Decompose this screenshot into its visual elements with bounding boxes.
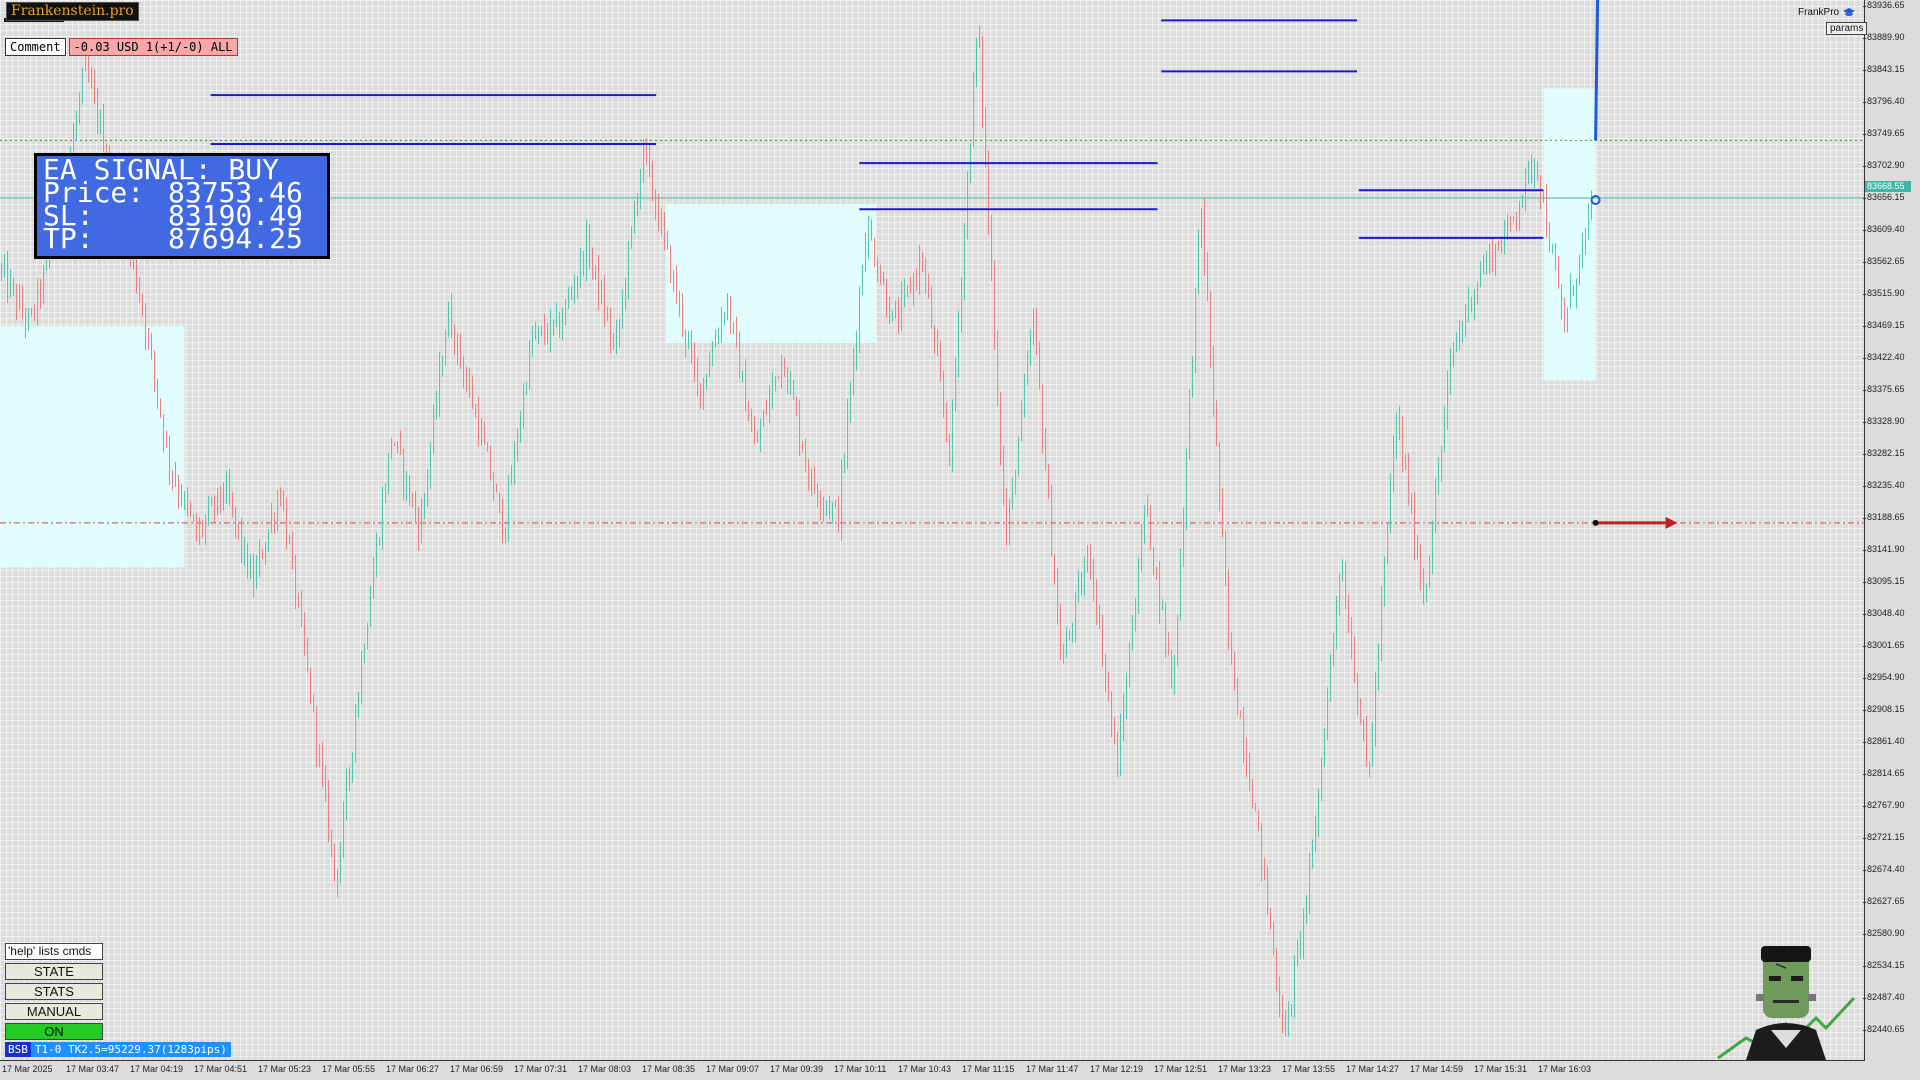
price-tick: 82721.15 <box>1863 832 1905 842</box>
price-tick: 83469.15 <box>1863 320 1905 330</box>
brand-name: FrankPro <box>1798 7 1840 18</box>
time-tick: 17 Mar 10:43 <box>898 1064 952 1074</box>
manual-button[interactable]: MANUAL <box>5 1003 103 1020</box>
time-tick: 17 Mar 06:59 <box>450 1064 504 1074</box>
time-tick: 17 Mar 15:31 <box>1474 1064 1528 1074</box>
time-tick: 17 Mar 11:15 <box>962 1064 1015 1074</box>
price-tick: 83843.15 <box>1863 64 1905 74</box>
price-tick: 82627.65 <box>1863 896 1905 906</box>
signal-tp-row: TP: 87694.25 <box>43 222 321 255</box>
price-tick: 82861.40 <box>1863 736 1905 746</box>
time-tick: 17 Mar 12:51 <box>1154 1064 1208 1074</box>
price-tick: 83375.65 <box>1863 384 1905 394</box>
on-toggle-button[interactable]: ON <box>5 1023 103 1040</box>
price-tick: 83702.90 <box>1863 160 1905 170</box>
price-tick: 83749.65 <box>1863 128 1905 138</box>
signal-zone <box>665 203 877 344</box>
price-tick: 83328.90 <box>1863 416 1905 426</box>
price-tick: 83001.65 <box>1863 640 1905 650</box>
time-tick: 17 Mar 09:07 <box>706 1064 760 1074</box>
time-tick: 17 Mar 07:31 <box>514 1064 568 1074</box>
time-tick: 17 Mar 09:39 <box>770 1064 824 1074</box>
price-tick: 83188.65 <box>1863 512 1905 522</box>
params-button[interactable]: params <box>1826 22 1868 35</box>
price-tick: 83936.65 <box>1863 0 1905 10</box>
time-tick: 17 Mar 2025 <box>2 1064 53 1074</box>
time-tick: 17 Mar 12:19 <box>1090 1064 1144 1074</box>
help-button[interactable]: 'help' lists cmds <box>5 943 103 960</box>
comment-row: Comment -0.03 USD 1(+1/-0) ALL <box>5 38 238 56</box>
price-tick: 83048.40 <box>1863 608 1905 618</box>
price-tick: 82908.15 <box>1863 704 1905 714</box>
time-tick: 17 Mar 06:27 <box>386 1064 440 1074</box>
price-tick: 83282.15 <box>1863 448 1905 458</box>
price-tick: 83609.40 <box>1863 224 1905 234</box>
time-tick: 17 Mar 16:03 <box>1538 1064 1592 1074</box>
bsb-badge: BSB <box>5 1042 31 1057</box>
time-tick: 17 Mar 13:23 <box>1218 1064 1272 1074</box>
price-tick: 82534.15 <box>1863 960 1905 970</box>
time-tick: 17 Mar 10:11 <box>834 1064 887 1074</box>
price-tick: 82440.65 <box>1863 1024 1905 1034</box>
price-tick: 82767.90 <box>1863 800 1905 810</box>
time-tick: 17 Mar 08:03 <box>578 1064 632 1074</box>
time-tick: 17 Mar 05:23 <box>258 1064 312 1074</box>
price-tick: 83141.90 <box>1863 544 1905 554</box>
price-tick: 83796.40 <box>1863 96 1905 106</box>
stop-arrow-head <box>1665 516 1678 529</box>
price-tick: 83095.15 <box>1863 576 1905 586</box>
price-tick: 82954.90 <box>1863 672 1905 682</box>
price-tick: 83656.15 <box>1863 192 1905 202</box>
price-axis[interactable]: 83936.65 83889.90 83843.15 83796.40 83749.65… <box>1863 0 1920 1080</box>
status-text: T1-0 TK2.5=95229.37(1283pips) <box>30 1042 231 1057</box>
command-panel: 'help' lists cmds STATE STATS MANUAL ON <box>5 943 105 1043</box>
stop-marker <box>1592 519 1599 526</box>
time-tick: 17 Mar 14:27 <box>1346 1064 1400 1074</box>
frankenstein-mascot-icon <box>1717 946 1856 1060</box>
signal-zone <box>0 326 185 568</box>
price-tick: 83235.40 <box>1863 480 1905 490</box>
time-tick: 17 Mar 13:55 <box>1282 1064 1336 1074</box>
time-tick: 17 Mar 04:19 <box>130 1064 184 1074</box>
time-tick: 17 Mar 14:59 <box>1410 1064 1464 1074</box>
signal-tp-value: 87694.25 <box>168 222 303 255</box>
signal-zone <box>1543 88 1596 381</box>
time-tick: 17 Mar 11:47 <box>1026 1064 1079 1074</box>
time-axis[interactable]: 17 Mar 2025 17 Mar 03:47 17 Mar 04:19 17 Ma… <box>0 1061 1864 1080</box>
ea-signal-box: EA SIGNAL: BUY Price: 83753.46 SL: 83190… <box>34 153 330 259</box>
time-tick: 17 Mar 03:47 <box>66 1064 120 1074</box>
comment-button[interactable]: Comment <box>5 38 66 56</box>
graduation-cap-icon <box>1843 8 1856 16</box>
entry-spike <box>1594 0 1600 141</box>
price-tick: 82814.65 <box>1863 768 1905 778</box>
status-bar: BSB T1-0 TK2.5=95229.37(1283pips) <box>5 1042 231 1057</box>
comment-value: -0.03 USD 1(+1/-0) ALL <box>68 38 238 56</box>
price-tick: 82674.40 <box>1863 864 1905 874</box>
current-price-label: 83668.55 <box>1865 181 1911 192</box>
price-tick: 82487.40 <box>1863 992 1905 1002</box>
time-tick: 17 Mar 08:35 <box>642 1064 696 1074</box>
price-tick: 83889.90 <box>1863 32 1905 42</box>
price-tick: 83422.40 <box>1863 352 1905 362</box>
price-tick: 83515.90 <box>1863 288 1905 298</box>
time-tick: 17 Mar 05:55 <box>322 1064 376 1074</box>
price-tick: 83562.65 <box>1863 256 1905 266</box>
signal-tp-key: TP: <box>43 222 94 255</box>
time-tick: 17 Mar 04:51 <box>194 1064 248 1074</box>
price-tick: 82580.90 <box>1863 928 1905 938</box>
brand-logo[interactable]: Frankenstein.pro <box>6 2 139 21</box>
stats-button[interactable]: STATS <box>5 983 103 1000</box>
top-right-brand: FrankPro <box>1798 7 1856 18</box>
state-button[interactable]: STATE <box>5 963 103 980</box>
